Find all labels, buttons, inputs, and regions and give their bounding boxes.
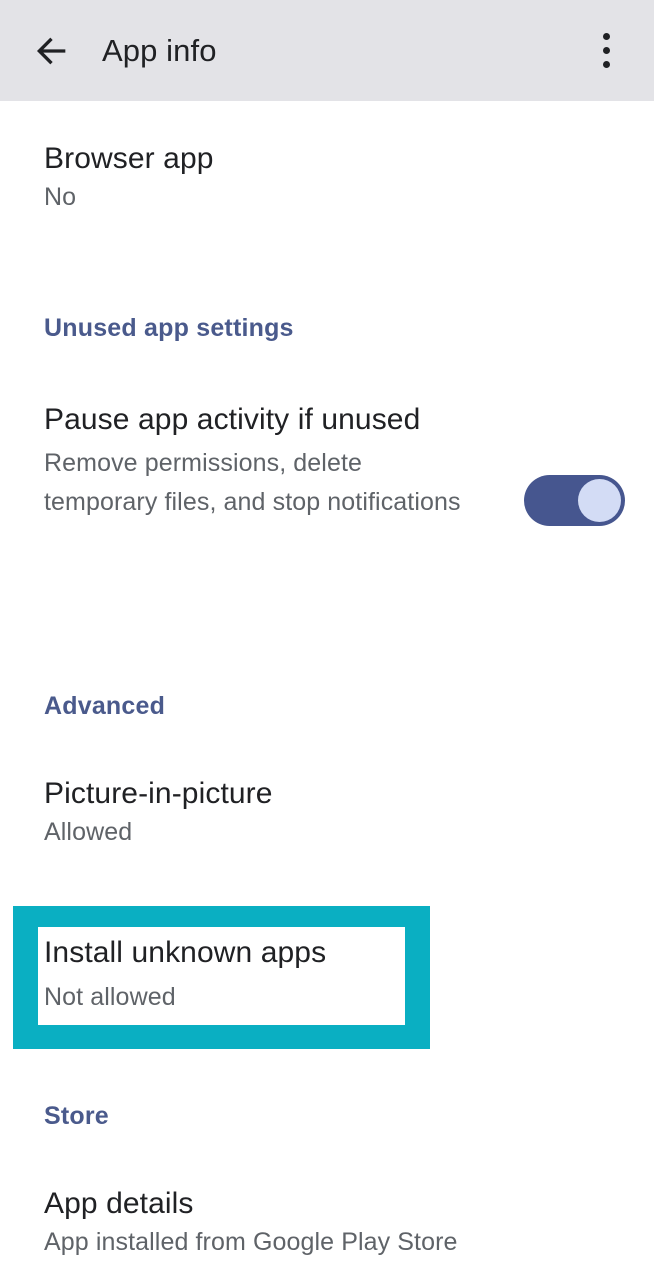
section-header-unused-app-settings: Unused app settings [44, 314, 294, 342]
list-item-subtitle: Remove permissions, delete temporary fil… [44, 449, 461, 516]
list-item-title: App details [44, 1187, 194, 1220]
list-item-subtitle: App installed from Google Play Store [44, 1228, 458, 1256]
more-vertical-icon[interactable] [576, 20, 636, 80]
toggle-pause-app-activity[interactable] [524, 475, 625, 526]
highlight-annotation-install-unknown-apps: Install unknown apps Not allowed [13, 906, 430, 1049]
overflow-dot [602, 32, 610, 40]
back-button[interactable] [20, 19, 84, 83]
list-item-subtitle: Allowed [44, 818, 133, 846]
section-header-advanced: Advanced [44, 692, 166, 720]
list-item-subtitle: Not allowed [44, 983, 176, 1011]
overflow-dot [602, 46, 610, 54]
toggle-knob [578, 479, 621, 522]
list-item-subtitle: No [44, 183, 77, 211]
list-item-app-details[interactable]: App details App installed from Google Pl… [0, 1185, 654, 1261]
app-bar: App info [0, 0, 654, 101]
overflow-dot [602, 60, 610, 68]
list-item-title: Pause app activity if unused [44, 403, 421, 436]
section-header-store: Store [44, 1102, 109, 1130]
page-title: App info [102, 33, 217, 68]
list-item-title: Picture-in-picture [44, 777, 273, 810]
arrow-left-icon [32, 31, 72, 71]
list-item-install-unknown-apps[interactable]: Install unknown apps Not allowed [38, 927, 405, 1025]
list-item-picture-in-picture[interactable]: Picture-in-picture Allowed [0, 775, 654, 851]
list-item-browser-app[interactable]: Browser app No [0, 140, 654, 216]
list-item-title: Browser app [44, 142, 214, 175]
list-item-title: Install unknown apps [44, 936, 327, 969]
